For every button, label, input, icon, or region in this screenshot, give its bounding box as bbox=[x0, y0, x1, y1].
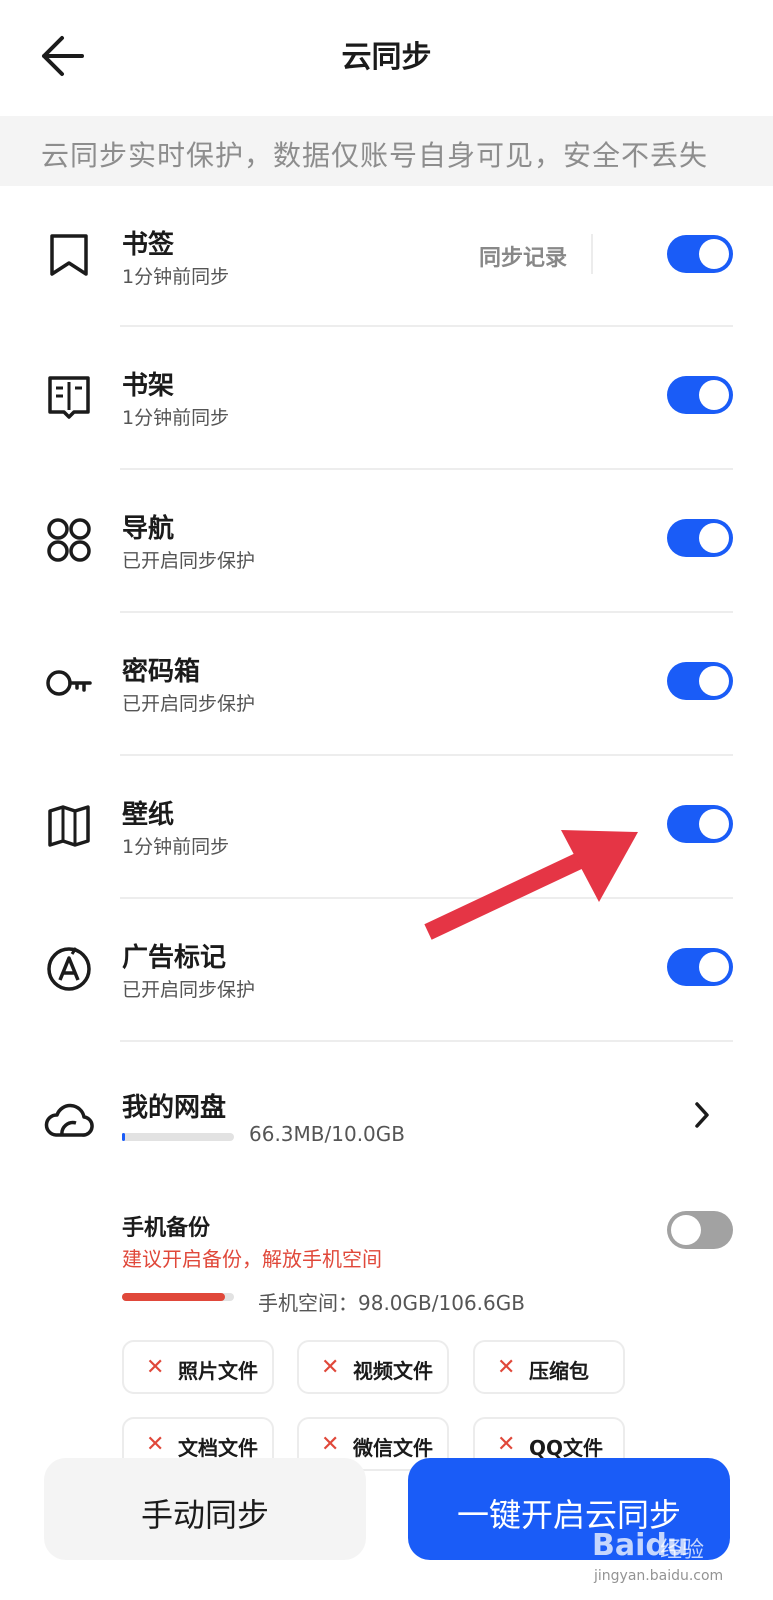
page-title: 云同步 bbox=[341, 40, 432, 75]
toggle-knob bbox=[699, 523, 729, 553]
item-title: 书架 bbox=[122, 371, 175, 401]
close-icon: ✕ bbox=[321, 1355, 340, 1380]
ad-mark-icon bbox=[47, 947, 91, 991]
key-icon bbox=[46, 670, 92, 696]
divider bbox=[591, 234, 593, 274]
close-icon: ✕ bbox=[497, 1432, 516, 1457]
cloud-disk-usage-text: 66.3MB/10.0GB bbox=[249, 1122, 405, 1146]
toggle-navigation[interactable] bbox=[667, 519, 733, 557]
notice-banner: 云同步实时保护，数据仅账号自身可见，安全不丢失 bbox=[0, 116, 773, 186]
toggle-wallpaper[interactable] bbox=[667, 805, 733, 843]
sync-item-navigation: 导航 已开启同步保护 bbox=[0, 470, 773, 613]
backup-category-photos[interactable]: ✕ 照片文件 bbox=[122, 1340, 274, 1394]
item-title: 导航 bbox=[122, 514, 175, 544]
item-status: 已开启同步保护 bbox=[122, 979, 256, 1001]
phone-storage-label: 手机空间： bbox=[258, 1291, 358, 1315]
toggle-knob bbox=[671, 1215, 701, 1245]
cloud-disk-title: 我的网盘 bbox=[122, 1093, 227, 1123]
item-title: 广告标记 bbox=[122, 943, 227, 973]
close-icon: ✕ bbox=[321, 1432, 340, 1457]
chip-label: 文档文件 bbox=[178, 1436, 258, 1460]
manual-sync-button[interactable]: 手动同步 bbox=[44, 1458, 366, 1560]
annotation-arrow-icon bbox=[424, 830, 638, 940]
toggle-knob bbox=[699, 809, 729, 839]
item-status: 1分钟前同步 bbox=[122, 266, 230, 288]
item-title: 壁纸 bbox=[122, 800, 175, 830]
phone-storage-text: 手机空间：98.0GB/106.6GB bbox=[258, 1287, 525, 1316]
cloud-disk-usage-bar bbox=[122, 1133, 234, 1141]
sync-item-bookmarks: 书签 1分钟前同步 同步记录 bbox=[0, 184, 773, 327]
row-divider bbox=[120, 1040, 733, 1042]
bookmark-icon bbox=[50, 234, 88, 276]
toggle-password-vault[interactable] bbox=[667, 662, 733, 700]
navigation-grid-icon bbox=[47, 518, 91, 562]
toggle-knob bbox=[699, 239, 729, 269]
phone-storage-fill bbox=[122, 1293, 225, 1301]
notice-text: 云同步实时保护，数据仅账号自身可见，安全不丢失 bbox=[41, 139, 709, 172]
header: 云同步 bbox=[0, 0, 773, 115]
backup-category-videos[interactable]: ✕ 视频文件 bbox=[297, 1340, 449, 1394]
chip-label: 微信文件 bbox=[353, 1436, 433, 1460]
chip-label: QQ文件 bbox=[529, 1436, 604, 1460]
watermark-sub: 经验 bbox=[660, 1538, 705, 1563]
phone-backup-title: 手机备份 bbox=[122, 1216, 211, 1241]
close-icon: ✕ bbox=[146, 1432, 165, 1457]
backup-category-archives[interactable]: ✕ 压缩包 bbox=[473, 1340, 625, 1394]
sync-item-wallpaper: 壁纸 1分钟前同步 bbox=[0, 756, 773, 899]
phone-storage-bar bbox=[122, 1293, 234, 1301]
bookshelf-icon bbox=[48, 376, 90, 419]
toggle-bookshelf[interactable] bbox=[667, 376, 733, 414]
toggle-phone-backup[interactable] bbox=[667, 1211, 733, 1249]
toggle-bookmarks[interactable] bbox=[667, 235, 733, 273]
watermark-url: jingyan.baidu.com bbox=[594, 1568, 724, 1584]
chip-label: 视频文件 bbox=[353, 1359, 433, 1383]
close-icon: ✕ bbox=[497, 1355, 516, 1380]
item-status: 1分钟前同步 bbox=[122, 836, 230, 858]
sync-item-password-vault: 密码箱 已开启同步保护 bbox=[0, 613, 773, 756]
phone-backup-warning: 建议开启备份，解放手机空间 bbox=[122, 1247, 382, 1271]
sync-record-link[interactable]: 同步记录 bbox=[479, 240, 567, 272]
item-status: 1分钟前同步 bbox=[122, 407, 230, 429]
sync-item-ad-marks: 广告标记 已开启同步保护 bbox=[0, 899, 773, 1042]
toggle-knob bbox=[699, 380, 729, 410]
item-title: 书签 bbox=[122, 230, 175, 260]
chip-label: 压缩包 bbox=[529, 1359, 589, 1383]
item-title: 密码箱 bbox=[122, 657, 201, 687]
toggle-ad-marks[interactable] bbox=[667, 948, 733, 986]
cloud-disk-usage-fill bbox=[122, 1133, 125, 1141]
sync-item-bookshelf: 书架 1分钟前同步 bbox=[0, 327, 773, 470]
close-icon: ✕ bbox=[146, 1355, 165, 1380]
cloud-icon bbox=[44, 1103, 94, 1137]
wallpaper-map-icon bbox=[48, 805, 90, 847]
phone-storage-value: 98.0GB/106.6GB bbox=[358, 1291, 525, 1315]
chip-label: 照片文件 bbox=[178, 1359, 258, 1383]
manual-sync-label: 手动同步 bbox=[140, 1496, 269, 1534]
item-status: 已开启同步保护 bbox=[122, 693, 256, 715]
item-status: 已开启同步保护 bbox=[122, 550, 256, 572]
toggle-knob bbox=[699, 952, 729, 982]
toggle-knob bbox=[699, 666, 729, 696]
chevron-right-icon[interactable] bbox=[691, 1098, 713, 1132]
